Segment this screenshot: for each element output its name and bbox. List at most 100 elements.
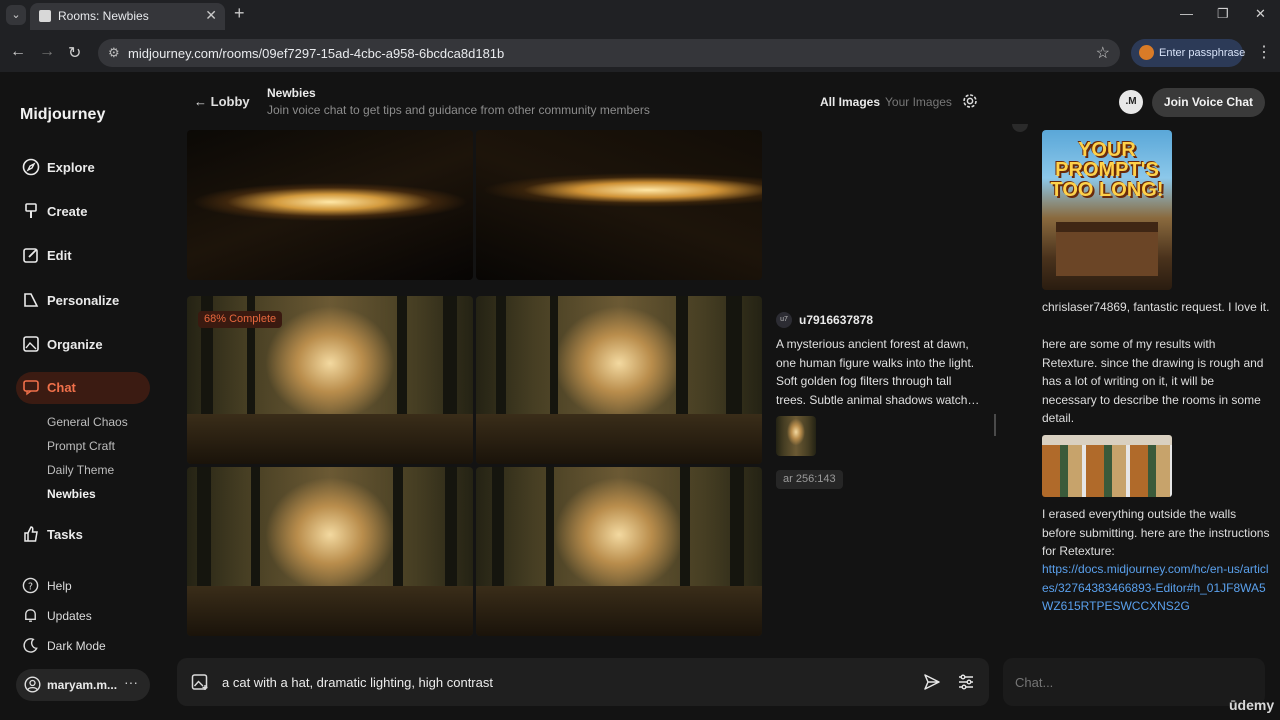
site-info-icon[interactable]: ⚙ — [108, 45, 120, 61]
add-image-icon[interactable] — [191, 673, 209, 691]
tab-list-chevron-icon[interactable]: ⌄ — [6, 5, 26, 25]
chat-icon — [22, 378, 40, 396]
udemy-watermark: ūdemy — [1229, 697, 1275, 713]
sidebar-item-label: Organize — [47, 337, 103, 352]
generated-image[interactable] — [476, 130, 762, 280]
thumbs-up-icon — [22, 525, 40, 543]
user-menu[interactable]: maryam.m... ··· — [16, 669, 150, 701]
svg-text:?: ? — [28, 581, 33, 592]
url-text: midjourney.com/rooms/09ef7297-15ad-4cbc-… — [128, 46, 505, 61]
room-header: ← Lobby Newbies Join voice chat to get t… — [176, 72, 1280, 130]
brush-icon — [22, 202, 40, 220]
chat-message: I erased everything outside the walls be… — [1042, 507, 1270, 558]
chat-input[interactable] — [1015, 675, 1255, 690]
sidebar-item-explore[interactable]: Explore — [22, 158, 95, 180]
generated-image[interactable] — [476, 467, 762, 636]
generated-image[interactable] — [476, 296, 762, 464]
room-title: Newbies — [267, 86, 316, 100]
sidebar-item-label: Edit — [47, 248, 72, 263]
sidebar-item-edit[interactable]: Edit — [22, 246, 72, 268]
filter-all-images[interactable]: All Images — [820, 95, 880, 109]
app-logo[interactable]: Midjourney — [20, 106, 105, 124]
sidebar-item-label: Explore — [47, 160, 95, 175]
filter-your-images[interactable]: Your Images — [885, 95, 952, 109]
sidebar-item-organize[interactable]: Organize — [22, 335, 103, 357]
chat-room-general-chaos[interactable]: General Chaos — [47, 415, 128, 429]
help-icon: ? — [22, 577, 39, 594]
sidebar-item-label: Dark Mode — [47, 639, 106, 653]
progress-badge: 68% Complete — [198, 311, 283, 328]
sidebar-item-dark-mode[interactable]: Dark Mode — [22, 637, 106, 654]
sidebar-item-label: Updates — [47, 609, 92, 623]
chat-room-prompt-craft[interactable]: Prompt Craft — [47, 439, 115, 453]
author-name[interactable]: u7916637878 — [799, 313, 873, 327]
moon-icon — [22, 637, 39, 654]
back-label: Lobby — [210, 94, 250, 109]
bell-icon — [22, 607, 39, 624]
settings-sliders-icon[interactable] — [957, 673, 975, 691]
send-icon[interactable] — [923, 673, 941, 691]
sidebar-item-create[interactable]: Create — [22, 202, 87, 224]
sidebar-item-label: Help — [47, 579, 72, 593]
sidebar-item-label: Tasks — [47, 527, 83, 542]
minimize-icon[interactable]: — — [1180, 6, 1193, 21]
prompt-text: A mysterious ancient forest at dawn, one… — [776, 337, 980, 407]
room-description: Join voice chat to get tips and guidance… — [267, 103, 650, 117]
chat-input-box[interactable] — [1003, 658, 1265, 706]
tab-close-icon[interactable]: ✕ — [205, 7, 217, 24]
arrow-left-icon: ← — [194, 94, 207, 109]
chat-message: chrislaser74869, fantastic request. I lo… — [1042, 300, 1270, 314]
passphrase-button[interactable]: Enter passphrase — [1131, 39, 1245, 67]
sidebar-item-label: Personalize — [47, 293, 120, 308]
generated-image[interactable] — [187, 467, 473, 636]
reference-thumbnail[interactable] — [776, 416, 816, 456]
avatar[interactable]: .M — [1119, 90, 1143, 114]
sidebar-item-personalize[interactable]: Personalize — [22, 291, 119, 313]
parameter-chip: ar 256:143 — [776, 470, 843, 489]
address-bar[interactable]: ⚙ midjourney.com/rooms/09ef7297-15ad-4cb… — [98, 39, 1120, 67]
tab-bar: ⌄ Rooms: Newbies ✕ + — ❐ ✕ — [0, 0, 1280, 30]
docs-link[interactable]: https://docs.midjourney.com/hc/en-us/art… — [1042, 560, 1272, 616]
forward-arrow-icon[interactable]: → — [39, 43, 55, 61]
browser-toolbar: ← → ↻ ⚙ midjourney.com/rooms/09ef7297-15… — [0, 36, 1280, 72]
chat-image-results[interactable] — [1042, 435, 1172, 497]
browser-tab[interactable]: Rooms: Newbies ✕ — [30, 3, 225, 30]
author-avatar[interactable]: u7 — [776, 312, 792, 328]
poster-title: YOUR PROMPT'S TOO LONG! — [1050, 139, 1164, 201]
profile-sync-icon — [1139, 45, 1154, 60]
chat-room-daily-theme[interactable]: Daily Theme — [47, 463, 114, 477]
browser-chrome: ⌄ Rooms: Newbies ✕ + — ❐ ✕ ← → ↻ ⚙ midjo… — [0, 0, 1280, 72]
generated-image[interactable] — [187, 130, 473, 280]
join-voice-chat-button[interactable]: Join Voice Chat — [1152, 88, 1265, 117]
sidebar-item-tasks[interactable]: Tasks — [22, 525, 83, 547]
chat-image-poster[interactable]: YOUR PROMPT'S TOO LONG! — [1042, 130, 1172, 290]
restore-icon[interactable]: ❐ — [1217, 6, 1229, 22]
personalize-icon — [22, 291, 40, 309]
user-avatar-icon — [24, 676, 41, 693]
more-options-icon[interactable]: ··· — [124, 674, 138, 690]
tab-favicon-icon — [39, 10, 51, 22]
panel-resize-handle[interactable] — [994, 414, 996, 436]
sidebar-item-chat[interactable]: Chat — [16, 372, 150, 404]
browser-menu-icon[interactable]: ⋮ — [1256, 42, 1272, 62]
sidebar-item-label: Chat — [47, 380, 76, 395]
prompt-input[interactable]: a cat with a hat, dramatic lighting, hig… — [222, 675, 493, 690]
sidebar-item-help[interactable]: ? Help — [22, 577, 72, 594]
bookmark-star-icon[interactable]: ☆ — [1096, 43, 1110, 63]
sidebar-item-updates[interactable]: Updates — [22, 607, 92, 624]
sidebar-item-label: Create — [47, 204, 88, 219]
reload-icon[interactable]: ↻ — [68, 43, 81, 63]
chat-message: here are some of my results with Retextu… — [1042, 337, 1264, 425]
new-tab-plus-icon[interactable]: + — [234, 3, 245, 24]
user-name: maryam.m... — [47, 678, 118, 692]
chat-room-newbies[interactable]: Newbies — [47, 487, 96, 501]
image-icon — [22, 335, 40, 353]
back-arrow-icon[interactable]: ← — [10, 43, 26, 61]
tab-title: Rooms: Newbies — [58, 9, 149, 23]
back-to-lobby-link[interactable]: ← Lobby — [194, 94, 250, 109]
sidebar: Midjourney Explore Create Edit Personali… — [0, 72, 170, 720]
prompt-composer[interactable]: a cat with a hat, dramatic lighting, hig… — [177, 658, 989, 706]
sidebar-item-chat-inner: Chat — [22, 378, 76, 400]
gear-icon[interactable] — [962, 93, 978, 109]
window-close-icon[interactable]: ✕ — [1255, 6, 1266, 22]
